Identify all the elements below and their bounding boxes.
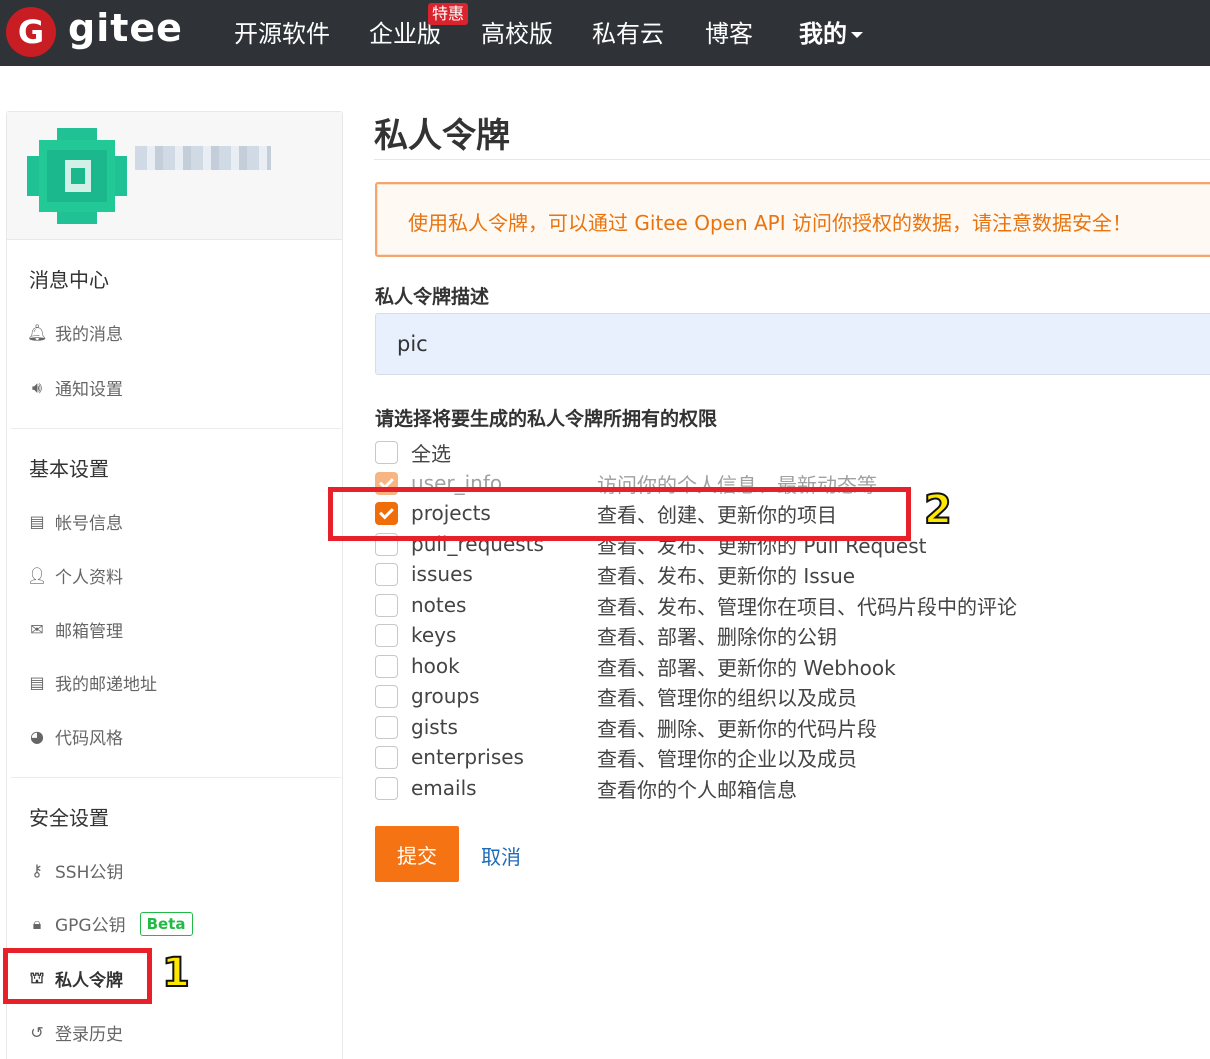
caret-down-icon [851, 32, 863, 38]
permission-name: groups [411, 684, 480, 708]
annotation-number-2: 2 [923, 486, 953, 534]
select-all-row[interactable]: 全选 [375, 437, 1075, 467]
bell-icon: 🔔︎ [27, 323, 48, 342]
history-icon: ↺ [30, 1023, 44, 1042]
sidebar-item-my-messages[interactable]: 🔔︎ 我的消息 [27, 320, 123, 345]
page-title: 私人令牌 [374, 116, 510, 156]
permission-desc: 查看、部署、删除你的公钥 [597, 624, 837, 649]
permission-checkbox[interactable] [375, 776, 398, 800]
permission-checkbox[interactable] [375, 623, 398, 647]
permission-row-hook[interactable]: hook 查看、部署、更新你的 Webhook [375, 651, 1075, 681]
select-all-label: 全选 [411, 441, 451, 466]
permission-desc: 查看、发布、更新你的 Issue [597, 563, 856, 588]
permission-name: notes [411, 593, 467, 617]
token-description-input[interactable]: pic [375, 313, 1210, 375]
permission-name: enterprises [411, 745, 524, 769]
permission-name: gists [411, 715, 458, 739]
cancel-link[interactable]: 取消 [481, 841, 521, 870]
permission-row-enterprises[interactable]: enterprises 查看、管理你的企业以及成员 [375, 742, 1075, 772]
annotation-number-1: 1 [161, 949, 191, 997]
submit-button[interactable]: 提交 [375, 826, 459, 882]
id-card-icon: ▤ [29, 512, 45, 531]
permission-checkbox[interactable] [375, 593, 398, 617]
select-all-checkbox[interactable] [375, 440, 398, 464]
nav-item-blog[interactable]: 博客 [705, 14, 753, 49]
nav-item-mine[interactable]: 我的 [799, 14, 863, 49]
key-icon: ⚷ [31, 861, 43, 880]
permission-row-emails[interactable]: emails 查看你的个人邮箱信息 [375, 773, 1075, 803]
sidebar-item-code-style[interactable]: ◕ 代码风格 [27, 724, 123, 749]
permission-checkbox[interactable] [375, 654, 398, 678]
username-blurred [135, 146, 271, 170]
sidebar-item-gpg-keys[interactable]: 🔒︎ GPG公钥 Beta [27, 911, 193, 936]
lock-icon: 🔒︎ [32, 913, 42, 933]
warning-text: 使用私人令牌，可以通过 Gitee Open API 访问你授权的数据，请注意数… [408, 211, 1132, 235]
settings-sidebar: 消息中心 🔔︎ 我的消息 🔊︎ 通知设置 基本设置 ▤ 帐号信息 👤︎ 个人资料 ✉ 邮箱… [6, 111, 343, 1059]
beta-badge: Beta [139, 911, 193, 936]
permission-name: emails [411, 776, 477, 800]
sidebar-item-profile[interactable]: 👤︎ 个人资料 [27, 563, 123, 588]
permission-name: hook [411, 654, 460, 678]
permission-row-notes[interactable]: notes 查看、发布、管理你在项目、代码片段中的评论 [375, 590, 1075, 620]
permission-checkbox[interactable] [375, 745, 398, 769]
sidebar-item-ssh-keys[interactable]: ⚷ SSH公钥 [27, 858, 123, 883]
annotation-box-1 [3, 948, 152, 1004]
desc-label: 私人令牌描述 [375, 286, 490, 308]
hot-badge: 特惠 [428, 3, 469, 25]
address-card-icon: ▤ [29, 673, 45, 692]
gitee-logo-icon[interactable]: G [6, 7, 56, 57]
permission-checkbox[interactable] [375, 715, 398, 739]
permission-desc: 查看、管理你的组织以及成员 [597, 685, 857, 710]
sidebar-item-login-history[interactable]: ↺ 登录历史 [27, 1020, 123, 1045]
sidebar-divider [11, 428, 341, 429]
title-divider [374, 159, 1210, 160]
sidebar-item-address[interactable]: ▤ 我的邮递地址 [27, 670, 157, 695]
permission-desc: 查看、发布、管理你在项目、代码片段中的评论 [597, 594, 1017, 619]
mail-icon: ✉ [30, 620, 44, 639]
permission-desc: 查看、删除、更新你的代码片段 [597, 716, 877, 741]
permission-row-gists[interactable]: gists 查看、删除、更新你的代码片段 [375, 712, 1075, 742]
palette-icon: ◕ [30, 727, 44, 746]
permission-row-groups[interactable]: groups 查看、管理你的组织以及成员 [375, 681, 1075, 711]
nav-item-open-source[interactable]: 开源软件 [234, 14, 330, 49]
sidebar-item-account[interactable]: ▤ 帐号信息 [27, 509, 123, 534]
sidebar-divider [11, 777, 341, 778]
permission-row-keys[interactable]: keys 查看、部署、删除你的公钥 [375, 620, 1075, 650]
speaker-icon: 🔊︎ [31, 377, 43, 397]
permission-name: issues [411, 562, 473, 586]
permission-desc: 查看、管理你的企业以及成员 [597, 746, 857, 771]
permission-checkbox[interactable] [375, 684, 398, 708]
warning-message: 使用私人令牌，可以通过 Gitee Open API 访问你授权的数据，请注意数… [375, 182, 1210, 257]
nav-item-private-cloud[interactable]: 私有云 [592, 14, 664, 49]
permission-name: keys [411, 623, 457, 647]
section-title-basic: 基本设置 [29, 457, 109, 481]
profile-card [7, 112, 342, 240]
permission-desc: 查看你的个人邮箱信息 [597, 777, 797, 802]
annotation-box-2 [328, 487, 911, 541]
sidebar-item-email[interactable]: ✉ 邮箱管理 [27, 617, 123, 642]
avatar[interactable] [27, 128, 127, 224]
nav-item-education[interactable]: 高校版 [481, 14, 553, 49]
brand-name[interactable]: gitee [68, 6, 183, 50]
top-navbar: G gitee 开源软件 企业版 特惠 高校版 私有云 博客 我的 [0, 0, 1210, 66]
user-icon: 👤︎ [27, 566, 48, 585]
permissions-label: 请选择将要生成的私人令牌所拥有的权限 [375, 408, 718, 430]
permission-checkbox[interactable] [375, 562, 398, 586]
section-title-security: 安全设置 [29, 806, 109, 830]
permission-row-issues[interactable]: issues 查看、发布、更新你的 Issue [375, 559, 1075, 589]
sidebar-item-notification-settings[interactable]: 🔊︎ 通知设置 [27, 375, 123, 401]
permission-desc: 查看、部署、更新你的 Webhook [597, 655, 896, 680]
section-title-messages: 消息中心 [29, 268, 109, 292]
